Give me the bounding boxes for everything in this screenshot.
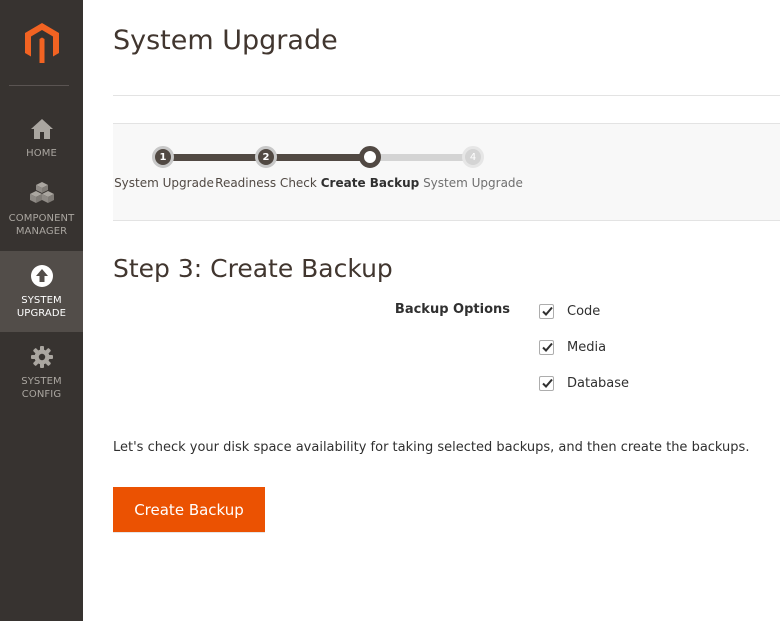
step-heading: Step 3: Create Backup [113, 254, 393, 283]
progress-step-3-marker [359, 146, 381, 168]
code-checkbox[interactable] [539, 303, 554, 319]
database-checkbox[interactable] [539, 375, 554, 391]
sidebar-item-system-config[interactable]: SYSTEM CONFIG [0, 343, 83, 423]
logo-divider [9, 85, 69, 86]
option-label: Media [567, 339, 607, 355]
title-divider [113, 95, 780, 96]
progress-bar-panel [113, 123, 780, 221]
gear-icon [30, 343, 54, 369]
backup-option-code[interactable]: Code [539, 302, 600, 320]
backup-option-database[interactable]: Database [539, 374, 629, 392]
progress-step-3-label: Create Backup [320, 176, 420, 190]
create-backup-button[interactable]: Create Backup [113, 487, 265, 532]
sidebar-item-label: COMPONENT MANAGER [8, 213, 75, 237]
media-checkbox[interactable] [539, 339, 554, 355]
sidebar-item-system-upgrade[interactable]: SYSTEM UPGRADE [0, 251, 83, 332]
progress-step-1-marker: 1 [152, 146, 174, 168]
backup-options-label: Backup Options [394, 302, 510, 317]
option-label: Database [567, 375, 630, 391]
progress-step-2-label: Readiness Check [215, 176, 317, 190]
progress-step-4-label: System Upgrade [423, 176, 523, 190]
home-icon [30, 115, 54, 141]
backup-option-media[interactable]: Media [539, 338, 606, 356]
checkmark-icon [542, 378, 553, 388]
admin-sidebar: HOME COMPONENT MANAGER SYSTEM UPGRADE SY… [0, 0, 83, 621]
sidebar-item-label: HOME [26, 148, 57, 159]
disk-space-info-text: Let's check your disk space availability… [113, 440, 750, 455]
sidebar-item-label: SYSTEM CONFIG [21, 376, 62, 400]
sidebar-item-component-manager[interactable]: COMPONENT MANAGER [0, 180, 83, 260]
progress-step-4-marker: 4 [462, 146, 484, 168]
cubes-icon [29, 180, 55, 206]
option-label: Code [567, 303, 601, 319]
page-title: System Upgrade [113, 25, 338, 56]
magento-logo[interactable] [0, 0, 83, 86]
sidebar-item-label: SYSTEM UPGRADE [16, 295, 67, 319]
magento-logo-icon [24, 23, 59, 63]
checkmark-icon [542, 306, 553, 316]
progress-step-1-label: System Upgrade [114, 176, 214, 190]
checkmark-icon [542, 342, 553, 352]
progress-step-2-marker: 2 [255, 146, 277, 168]
upgrade-arrow-icon [30, 262, 54, 288]
progress-track-remaining [370, 154, 473, 161]
